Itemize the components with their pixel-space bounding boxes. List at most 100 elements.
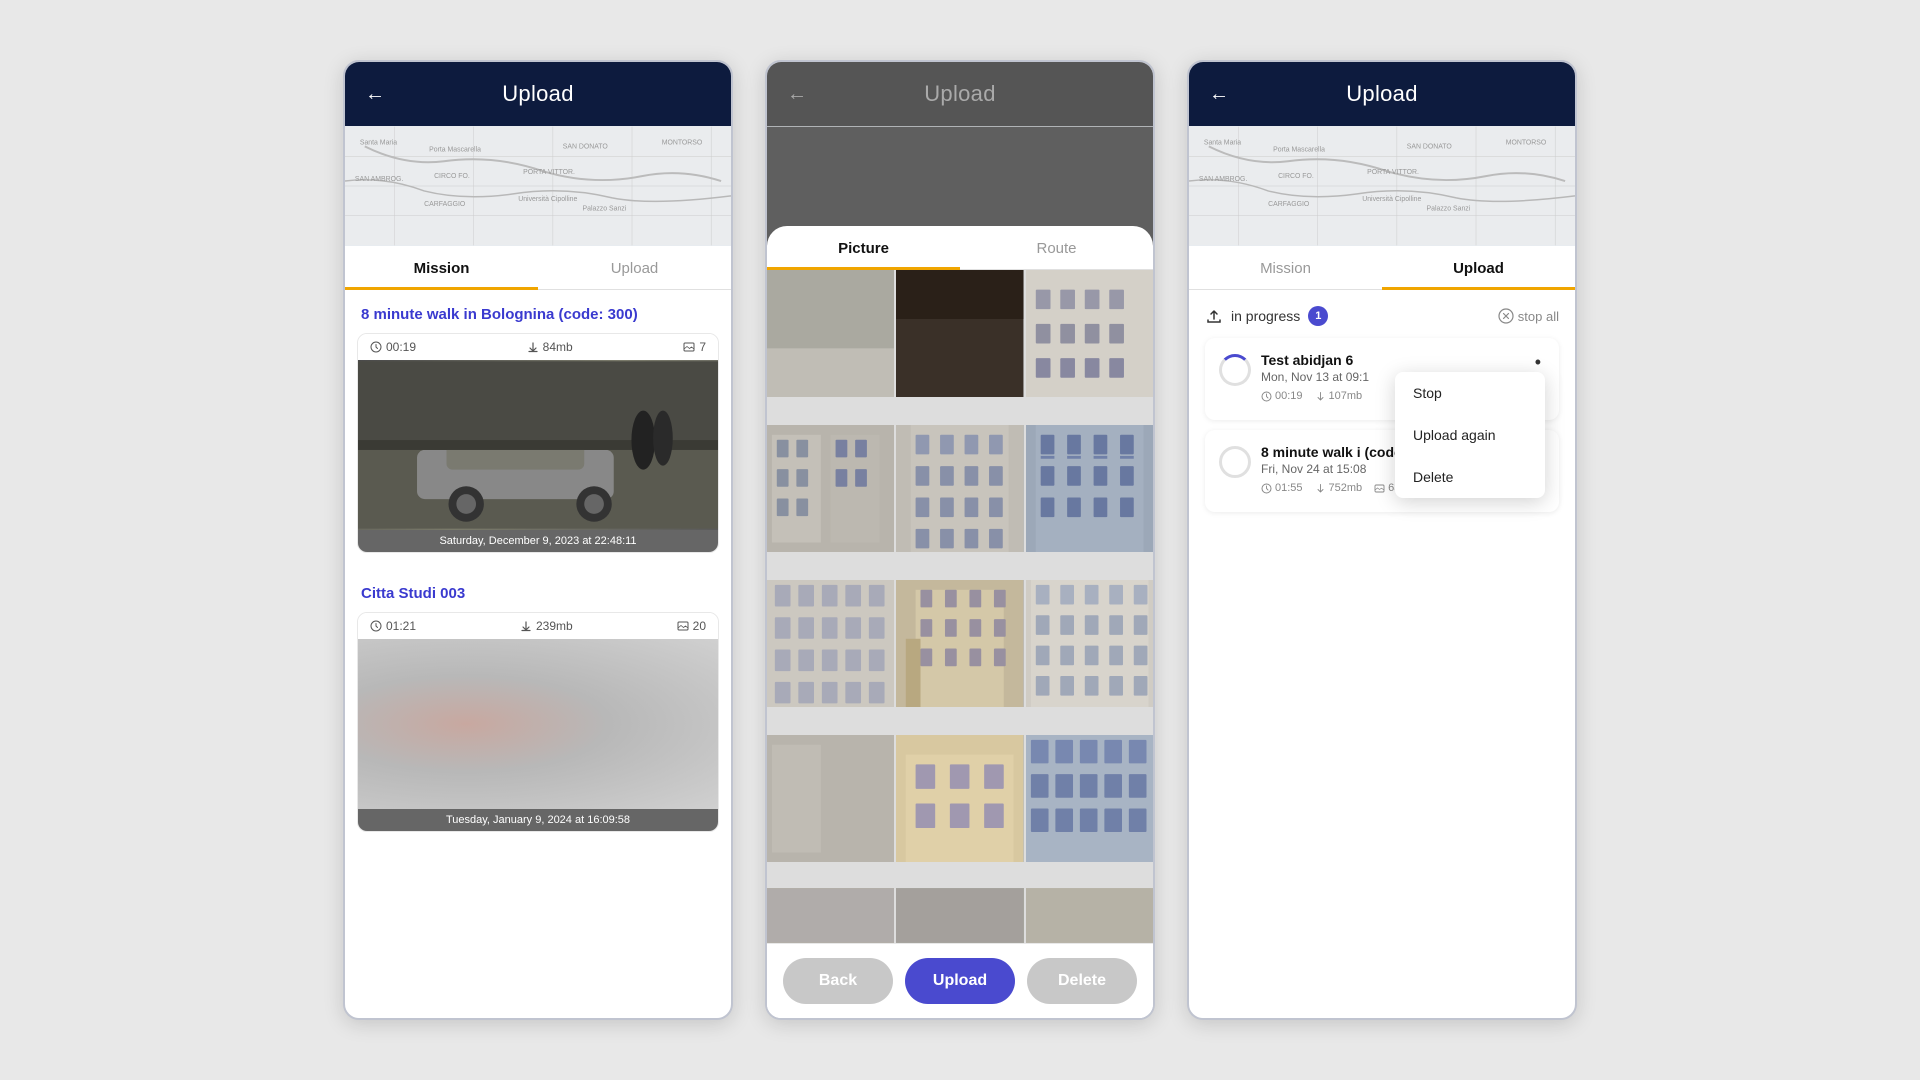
stop-all-button[interactable]: stop all bbox=[1498, 308, 1559, 324]
clock-icon-2 bbox=[370, 620, 382, 632]
time-stat-2: 01:21 bbox=[370, 619, 416, 633]
map-area-1: Santa Maria Porta Mascarella SAN DONATO … bbox=[345, 126, 731, 246]
page-title-2: Upload bbox=[924, 81, 996, 107]
tab-bar-2: Picture Route bbox=[767, 226, 1153, 270]
svg-text:Università Cipolline: Università Cipolline bbox=[518, 196, 577, 203]
svg-text:MONTORSO: MONTORSO bbox=[1506, 139, 1547, 146]
context-menu-popup-1: Stop Upload again Delete bbox=[1395, 372, 1545, 498]
count-stat-2: 20 bbox=[677, 619, 706, 633]
size-stat-1: 84mb bbox=[527, 340, 573, 354]
photo-cell-7[interactable] bbox=[767, 580, 894, 707]
bottom-action-bar: Back Upload Delete bbox=[767, 943, 1153, 1018]
tab-bar-3: Mission Upload bbox=[1189, 246, 1575, 290]
count-stat-1: 7 bbox=[683, 340, 706, 354]
download-icon-2 bbox=[520, 620, 532, 632]
photo-cell-10[interactable] bbox=[767, 735, 894, 862]
tab-upload-3[interactable]: Upload bbox=[1382, 246, 1575, 290]
photo-cell-11[interactable] bbox=[896, 735, 1023, 862]
three-dot-icon-1[interactable]: • bbox=[1531, 352, 1545, 372]
back-button-1[interactable]: ← bbox=[361, 79, 389, 110]
svg-text:SAN AMBROG.: SAN AMBROG. bbox=[1199, 176, 1247, 183]
photo-grid bbox=[767, 270, 1153, 888]
phone2-header: ← Upload bbox=[767, 62, 1153, 126]
mission-card-image-1 bbox=[358, 360, 718, 530]
photo-cell-1[interactable] bbox=[767, 270, 894, 397]
upload-status-left: in progress 1 bbox=[1205, 306, 1328, 326]
tab-mission-1[interactable]: Mission bbox=[345, 246, 538, 290]
tab-bar-1: Mission Upload bbox=[345, 246, 731, 290]
photo-partial-3[interactable] bbox=[1026, 888, 1153, 943]
page-title-3: Upload bbox=[1346, 81, 1418, 107]
photo-cell-9[interactable] bbox=[1026, 580, 1153, 707]
back-button-2[interactable]: ← bbox=[783, 79, 811, 110]
tab-upload-1[interactable]: Upload bbox=[538, 246, 731, 290]
mission-card-1[interactable]: 00:19 84mb 7 bbox=[357, 333, 719, 553]
svg-text:CARFAGGIO: CARFAGGIO bbox=[424, 201, 466, 208]
upload-content-3: in progress 1 stop all Test abidjan 6 bbox=[1189, 290, 1575, 1018]
upload-item-1-name: Test abidjan 6 bbox=[1261, 352, 1521, 368]
tab-route-2[interactable]: Route bbox=[960, 226, 1153, 270]
mission-card-meta-2: 01:21 239mb 20 bbox=[358, 613, 718, 639]
time-stat-1: 00:19 bbox=[370, 340, 416, 354]
size-stat-2: 239mb bbox=[520, 619, 573, 633]
page-title-1: Upload bbox=[502, 81, 574, 107]
context-menu-upload-again[interactable]: Upload again bbox=[1395, 414, 1545, 456]
back-action-button[interactable]: Back bbox=[783, 958, 893, 1004]
mission-card-timestamp-1: Saturday, December 9, 2023 at 22:48:11 bbox=[358, 530, 718, 552]
upload-spinner-1 bbox=[1219, 354, 1251, 386]
phone3-header: ← Upload bbox=[1189, 62, 1575, 126]
svg-text:PORTA VITTOR.: PORTA VITTOR. bbox=[1367, 169, 1419, 176]
svg-text:Porta Mascarella: Porta Mascarella bbox=[429, 146, 481, 153]
mission-card-meta-1: 00:19 84mb 7 bbox=[358, 334, 718, 360]
svg-text:CIRCO FO.: CIRCO FO. bbox=[434, 173, 470, 180]
phone-2: ← Upload Picture Route bbox=[765, 60, 1155, 1020]
photo-cell-12[interactable] bbox=[1026, 735, 1153, 862]
photo-partial-2[interactable] bbox=[896, 888, 1023, 943]
photo-cell-3[interactable] bbox=[1026, 270, 1153, 397]
photo-cell-5[interactable] bbox=[896, 425, 1023, 552]
svg-text:CIRCO FO.: CIRCO FO. bbox=[1278, 173, 1314, 180]
dl-icon-item2 bbox=[1315, 483, 1326, 494]
mission-title-2: Citta Studi 003 bbox=[345, 569, 731, 612]
in-progress-label: in progress bbox=[1231, 308, 1300, 324]
clock-icon-item2 bbox=[1261, 483, 1272, 494]
image-icon-2 bbox=[677, 620, 689, 632]
photo-cell-6[interactable] bbox=[1026, 425, 1153, 552]
photo-cell-8[interactable] bbox=[896, 580, 1023, 707]
img-icon-item2 bbox=[1374, 483, 1385, 494]
svg-text:SAN DONATO: SAN DONATO bbox=[1407, 143, 1453, 150]
upload-section-3: in progress 1 stop all Test abidjan 6 bbox=[1189, 290, 1575, 538]
tab-mission-3[interactable]: Mission bbox=[1189, 246, 1382, 290]
back-button-3[interactable]: ← bbox=[1205, 79, 1233, 110]
mission-title-1: 8 minute walk in Bolognina (code: 300) bbox=[345, 290, 731, 333]
item2-size-stat: 752mb bbox=[1315, 482, 1363, 494]
dl-icon-item1 bbox=[1315, 391, 1326, 402]
map-area-3: Santa Maria Porta Mascarella SAN DONATO … bbox=[1189, 126, 1575, 246]
mission-card-2[interactable]: 01:21 239mb 20 Tuesday, January 9, 2024 … bbox=[357, 612, 719, 832]
svg-text:PORTA VITTOR.: PORTA VITTOR. bbox=[523, 169, 575, 176]
context-menu-stop[interactable]: Stop bbox=[1395, 372, 1545, 414]
item1-time-stat: 00:19 bbox=[1261, 390, 1303, 402]
svg-text:SAN DONATO: SAN DONATO bbox=[563, 143, 609, 150]
upload-count-badge: 1 bbox=[1308, 306, 1328, 326]
item2-time-stat: 01:55 bbox=[1261, 482, 1303, 494]
download-icon-1 bbox=[527, 341, 539, 353]
photo-partial-1[interactable] bbox=[767, 888, 894, 943]
upload-spinner-2 bbox=[1219, 446, 1251, 478]
phone1-header: ← Upload bbox=[345, 62, 731, 126]
upload-status-bar: in progress 1 stop all bbox=[1205, 306, 1559, 326]
item1-size-stat: 107mb bbox=[1315, 390, 1363, 402]
context-menu-trigger-1[interactable]: • Stop Upload again Delete bbox=[1531, 352, 1545, 373]
svg-text:Santa Maria: Santa Maria bbox=[360, 139, 397, 146]
tab-picture-2[interactable]: Picture bbox=[767, 226, 960, 270]
mission-card-image-2 bbox=[358, 639, 718, 809]
photo-cell-4[interactable] bbox=[767, 425, 894, 552]
upload-action-button[interactable]: Upload bbox=[905, 958, 1015, 1004]
phone-3: ← Upload Santa Maria Porta Mascarella SA… bbox=[1187, 60, 1577, 1020]
upload-item-1: Test abidjan 6 Mon, Nov 13 at 09:1 00:19… bbox=[1205, 338, 1559, 420]
delete-action-button[interactable]: Delete bbox=[1027, 958, 1137, 1004]
svg-text:Palazzo Sanzi: Palazzo Sanzi bbox=[583, 206, 627, 213]
photo-cell-2[interactable] bbox=[896, 270, 1023, 397]
svg-text:Palazzo Sanzi: Palazzo Sanzi bbox=[1427, 206, 1471, 213]
context-menu-delete[interactable]: Delete bbox=[1395, 456, 1545, 498]
